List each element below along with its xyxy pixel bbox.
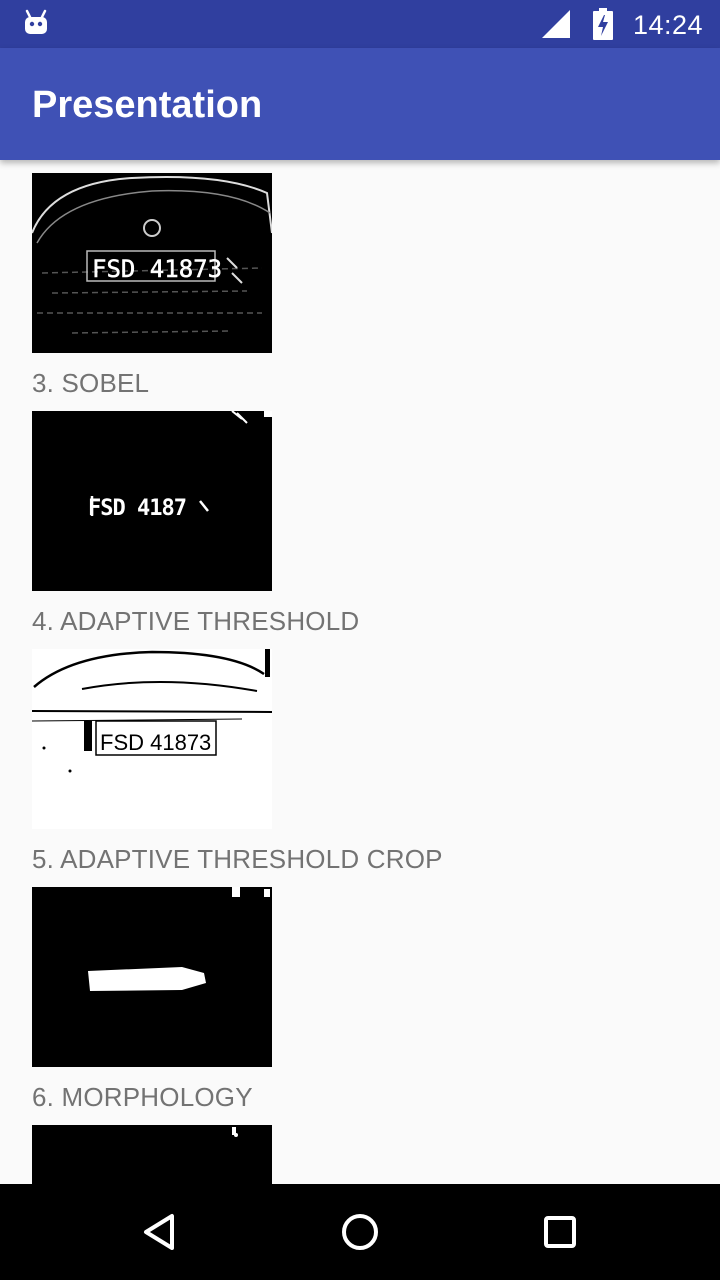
step-image-next xyxy=(32,1125,272,1184)
status-bar: 14:24 xyxy=(0,0,720,48)
plate-text: FSD 4187 xyxy=(88,496,186,521)
plate-text: FSD 41873 xyxy=(100,730,211,755)
status-clock: 14:24 xyxy=(633,10,704,40)
android-icon xyxy=(25,9,47,34)
step-image-adaptive-threshold-crop: FSD 41873 xyxy=(32,649,272,829)
plate-text: FSD 41873 xyxy=(92,255,222,283)
page-title: Presentation xyxy=(32,84,263,126)
back-icon[interactable] xyxy=(136,1208,184,1256)
navigation-bar xyxy=(0,1184,720,1280)
step-caption: 3. SOBEL xyxy=(32,368,150,398)
step-caption: 5. ADAPTIVE THRESHOLD CROP xyxy=(32,844,443,874)
app-bar: Presentation xyxy=(0,48,720,160)
battery-charging-icon xyxy=(593,8,613,40)
signal-icon xyxy=(542,10,570,38)
home-icon[interactable] xyxy=(336,1208,384,1256)
step-caption: 6. MORPHOLOGY xyxy=(32,1082,253,1112)
step-caption: 4. ADAPTIVE THRESHOLD xyxy=(32,606,360,636)
step-list[interactable]: FSD 41873 3. SOBEL FSD 4187 4. ADAPTIVE … xyxy=(0,160,720,1184)
step-image-morphology xyxy=(32,887,272,1067)
step-image-sobel: FSD 41873 xyxy=(32,173,272,353)
step-image-adaptive-threshold: FSD 4187 xyxy=(32,411,272,591)
recents-icon[interactable] xyxy=(536,1208,584,1256)
